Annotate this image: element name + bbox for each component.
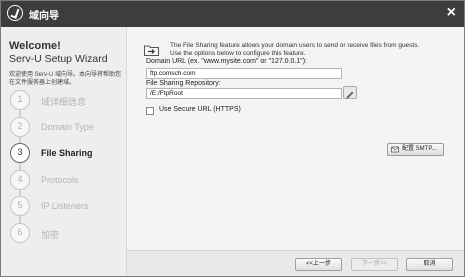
description-line-1: The File Sharing feature allows your dom…: [170, 42, 420, 49]
step-number: 4: [10, 169, 30, 190]
step-label: Protocols: [41, 174, 79, 185]
description: The File Sharing feature allows your dom…: [170, 42, 460, 58]
description-line-2: Use the options below to configure this …: [170, 50, 306, 57]
back-button[interactable]: <<上一步: [295, 258, 342, 271]
browse-button[interactable]: [343, 86, 357, 99]
browse-folder-icon: [346, 91, 354, 99]
step-number: 1: [10, 90, 30, 110]
step-label: IP Listeners: [41, 201, 89, 211]
step-number: 2: [10, 116, 30, 137]
file-sharing-panel: The File Sharing feature allows your dom…: [127, 27, 464, 250]
domain-url-input[interactable]: ftp.comsch.com: [146, 68, 342, 79]
step-domain-details: 1 域详细信息: [10, 90, 126, 117]
step-list: 1 域详细信息 2 Domain Type 3 File Sharing 4 P…: [10, 90, 126, 249]
step-encryption: 6 加密: [10, 222, 126, 250]
close-button[interactable]: ×: [447, 4, 456, 22]
repository-input[interactable]: /E:/FtpRoot: [146, 88, 342, 99]
wizard-sidebar: Welcome! Serv-U Setup Wizard 欢迎使用 Serv-U…: [1, 27, 127, 276]
step-label: 域详细信息: [41, 97, 87, 107]
title-bar: 域向导 ×: [1, 1, 464, 27]
step-label: File Sharing: [41, 148, 93, 158]
step-label: 加密: [41, 229, 60, 240]
step-label: Domain Type: [41, 121, 94, 132]
step-number: 5: [10, 196, 30, 216]
configure-smtp-button[interactable]: 配置 SMTP...: [387, 143, 444, 156]
wizard-title: Serv-U Setup Wizard: [9, 53, 108, 65]
step-file-sharing: 3 File Sharing: [10, 143, 126, 170]
footer-bar: <<上一步 下一步>> 取消: [127, 250, 464, 276]
configure-smtp-label: 配置 SMTP...: [402, 146, 437, 152]
welcome-heading: Welcome!: [9, 40, 61, 52]
folder-share-icon: [144, 45, 159, 56]
secure-url-label: Use Secure URL (HTTPS): [159, 106, 241, 113]
mail-settings-icon: [391, 146, 399, 153]
wizard-window: 域向导 × Welcome! Serv-U Setup Wizard 欢迎使用 …: [0, 0, 465, 277]
step-domain-type: 2 Domain Type: [10, 116, 126, 144]
secure-url-checkbox[interactable]: [146, 107, 154, 115]
cancel-button[interactable]: 取消: [406, 258, 453, 271]
step-protocols: 4 Protocols: [10, 169, 126, 197]
window-title: 域向导: [29, 11, 59, 22]
next-button[interactable]: 下一步>>: [351, 258, 398, 271]
step-number: 6: [10, 222, 30, 243]
step-ip-listeners: 5 IP Listeners: [10, 196, 126, 223]
step-number: 3: [10, 143, 30, 163]
serv-u-logo-icon: [7, 5, 23, 21]
repository-label: File Sharing Repository:: [146, 80, 221, 87]
domain-url-label: Domain URL (ex. "www.mysite.com" or "127…: [146, 58, 308, 65]
intro-text: 欢迎使用 Serv-U 域向导。本向导将帮助您在文件服务器上创建域。: [9, 72, 122, 86]
